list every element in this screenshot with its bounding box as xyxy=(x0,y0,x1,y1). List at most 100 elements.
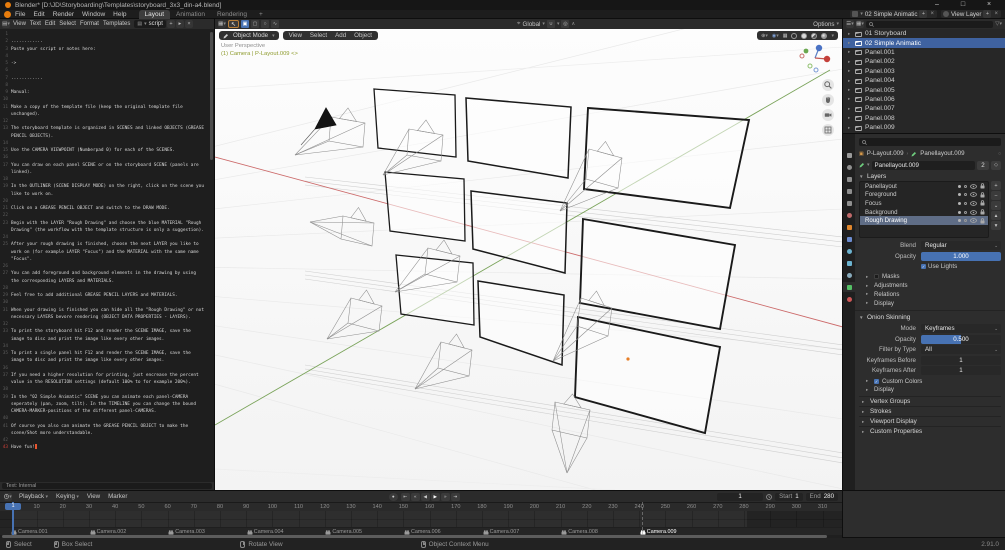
panel-vertex-groups[interactable]: ▸ Vertex Groups xyxy=(859,396,1001,406)
select-mode-circle-icon[interactable]: ○ xyxy=(261,20,269,28)
text-line[interactable]: 13 The storyboard template is organized i… xyxy=(0,125,214,140)
expand-icon[interactable]: ▸ xyxy=(848,68,852,74)
camera-marker-camera.008[interactable]: Camera.008 xyxy=(561,528,598,535)
properties-tab-particles[interactable] xyxy=(843,246,855,256)
properties-tab-render[interactable] xyxy=(843,162,855,172)
camera-marker-camera.004[interactable]: Camera.004 xyxy=(247,528,283,535)
expand-icon[interactable]: ▸ xyxy=(848,96,852,102)
timeline-menu-marker[interactable]: Marker xyxy=(104,493,131,500)
text-line[interactable]: 18 xyxy=(0,176,214,183)
display-mode-icon[interactable]: ▦ ▾ xyxy=(856,20,864,28)
subpanel-custom-colors[interactable]: ▸ ✓ Custom Colors xyxy=(859,377,1001,386)
blender-menu-icon[interactable] xyxy=(4,10,11,18)
text-line[interactable]: 22 xyxy=(0,212,214,219)
properties-tab-modifiers[interactable] xyxy=(843,234,855,244)
workspace-tab-layout[interactable]: Layout xyxy=(138,9,171,19)
gp-layer-panellayout[interactable]: Panellayout xyxy=(860,182,988,191)
outliner-scene-panel.004[interactable]: ▸ Panel.004 xyxy=(843,76,1005,85)
keyframes-before-field[interactable]: 1 xyxy=(921,355,1001,365)
expand-icon[interactable]: ▸ xyxy=(848,106,852,112)
remove-view-layer-icon[interactable]: × xyxy=(993,11,999,17)
eye-icon[interactable] xyxy=(970,218,977,223)
text-line[interactable]: 38 xyxy=(0,386,214,393)
current-frame-field[interactable]: 1 xyxy=(717,492,764,501)
subpanel-relations[interactable]: ▸ Relations xyxy=(859,290,1001,299)
onion-skin-toggle-icon[interactable] xyxy=(964,184,967,188)
viewport-canvas[interactable]: Object Mode ▾ View Select Add Object ⊕▾ ◉▾ … xyxy=(215,29,842,490)
camera-marker-camera.007[interactable]: Camera.007 xyxy=(483,528,519,535)
text-line[interactable]: 37 If you need a higher resolution for pr… xyxy=(0,372,214,387)
viewport-menu-object[interactable]: Object xyxy=(352,32,374,39)
clock-icon[interactable] xyxy=(766,493,772,500)
proportional-edit-icon[interactable]: ◎ xyxy=(561,20,570,28)
onion-skin-toggle-icon[interactable] xyxy=(964,193,967,197)
onion-opacity-slider[interactable]: 0.500 xyxy=(921,334,1001,344)
text-line[interactable]: 3 Paste your script or notes here: xyxy=(0,46,214,53)
camera-marker-camera.005[interactable]: Camera.005 xyxy=(325,528,362,535)
minimize-button[interactable]: – xyxy=(926,0,948,10)
text-menu-edit[interactable]: Edit xyxy=(43,21,57,27)
blend-dot-icon[interactable] xyxy=(958,210,961,214)
lock-icon[interactable] xyxy=(980,183,985,189)
editor-type-icon[interactable]: ▾ xyxy=(4,492,12,501)
text-line[interactable]: 14 xyxy=(0,140,214,147)
text-line[interactable]: 15 Use the CAMERA VIEWPOINT (Numberpad 0)… xyxy=(0,147,214,154)
properties-tab-object-data[interactable] xyxy=(843,282,855,292)
lock-icon[interactable] xyxy=(980,200,985,206)
expand-icon[interactable]: ▸ xyxy=(848,31,852,37)
gp-layer-focus[interactable]: Focus xyxy=(860,199,988,208)
outliner-scene-panel.008[interactable]: ▸ Panel.008 xyxy=(843,114,1005,123)
move-layer-down-button[interactable]: ▾ xyxy=(991,221,1001,230)
text-line[interactable]: 29 Feel free to add additional GREASE PEN… xyxy=(0,292,214,299)
eye-icon[interactable] xyxy=(970,183,977,189)
mode-selector[interactable]: Object Mode ▾ xyxy=(219,31,279,40)
add-layer-button[interactable]: + xyxy=(991,181,1001,190)
masks-checkbox[interactable] xyxy=(874,274,879,280)
shading-material-icon[interactable] xyxy=(811,32,818,39)
previous-keyframe-button[interactable]: « xyxy=(410,492,420,501)
subpanel-display[interactable]: ▸ Display xyxy=(859,385,1001,394)
text-menu-select[interactable]: Select xyxy=(57,21,78,27)
text-line[interactable]: 11 Make a copy of the template file (keep… xyxy=(0,104,214,119)
text-line[interactable]: 2............ xyxy=(0,38,214,45)
move-layer-up-button[interactable]: ▴ xyxy=(991,211,1001,220)
text-menu-view[interactable]: View xyxy=(11,21,28,27)
text-line[interactable]: 20 xyxy=(0,198,214,205)
menu-render[interactable]: Render xyxy=(49,11,78,18)
navigation-gizmo[interactable] xyxy=(798,41,832,75)
blend-mode-dropdown[interactable]: Regular ⌄ xyxy=(921,241,1001,250)
text-line[interactable]: 16 xyxy=(0,154,214,161)
text-line[interactable]: 32 xyxy=(0,321,214,328)
text-line[interactable]: 34 xyxy=(0,343,214,350)
timeline-tracks[interactable] xyxy=(0,511,842,527)
jump-to-end-button[interactable]: ⇥ xyxy=(450,492,460,501)
text-editor-body[interactable]: 1 2............ 3 Paste your script or note… xyxy=(0,29,214,482)
editor-type-icon[interactable]: ▤ ▾ xyxy=(2,20,10,28)
camera-marker-camera.001[interactable]: Camera.001 xyxy=(11,528,48,535)
timeline-menu-keying[interactable]: Keying ▾ xyxy=(52,493,83,500)
onion-skin-toggle-icon[interactable] xyxy=(964,201,967,205)
outliner-scene-02-simple-animatic[interactable]: ▸ 02 Simple Animatic xyxy=(843,38,1005,48)
datablock-users-count[interactable]: 2 xyxy=(977,160,989,170)
view-layer-selector[interactable]: View Layer + × xyxy=(940,10,1001,18)
layers-panel-header[interactable]: ▼ Layers xyxy=(859,171,1001,181)
properties-tab-tool[interactable] xyxy=(843,150,855,160)
text-line[interactable]: 9 Manual: xyxy=(0,89,214,96)
text-line[interactable]: 40 xyxy=(0,415,214,422)
breadcrumb-data[interactable]: Panellayout.009 xyxy=(920,150,964,157)
gp-layer-foreground[interactable]: Foreground xyxy=(860,191,988,200)
outliner-scene-panel.002[interactable]: ▸ Panel.002 xyxy=(843,57,1005,66)
overlays-dropdown-icon[interactable]: ◉▾ xyxy=(772,33,779,39)
viewport-menu-view[interactable]: View xyxy=(287,32,304,39)
outliner-scene-panel.009[interactable]: ▸ Panel.009 xyxy=(843,123,1005,132)
outliner-scene-01-storyboard[interactable]: ▸ 01 Storyboard xyxy=(843,29,1005,38)
remove-layer-button[interactable]: − xyxy=(991,191,1001,200)
properties-search-input[interactable] xyxy=(859,138,1001,146)
zoom-icon[interactable] xyxy=(822,79,834,91)
menu-window[interactable]: Window xyxy=(78,11,109,18)
shading-wireframe-icon[interactable] xyxy=(791,32,798,39)
outliner-scene-panel.007[interactable]: ▸ Panel.007 xyxy=(843,104,1005,113)
text-editor-scrollbar[interactable] xyxy=(210,32,213,160)
close-button[interactable]: × xyxy=(978,0,1000,10)
text-line[interactable]: 41 Of course you also can animate the GRE… xyxy=(0,423,214,438)
